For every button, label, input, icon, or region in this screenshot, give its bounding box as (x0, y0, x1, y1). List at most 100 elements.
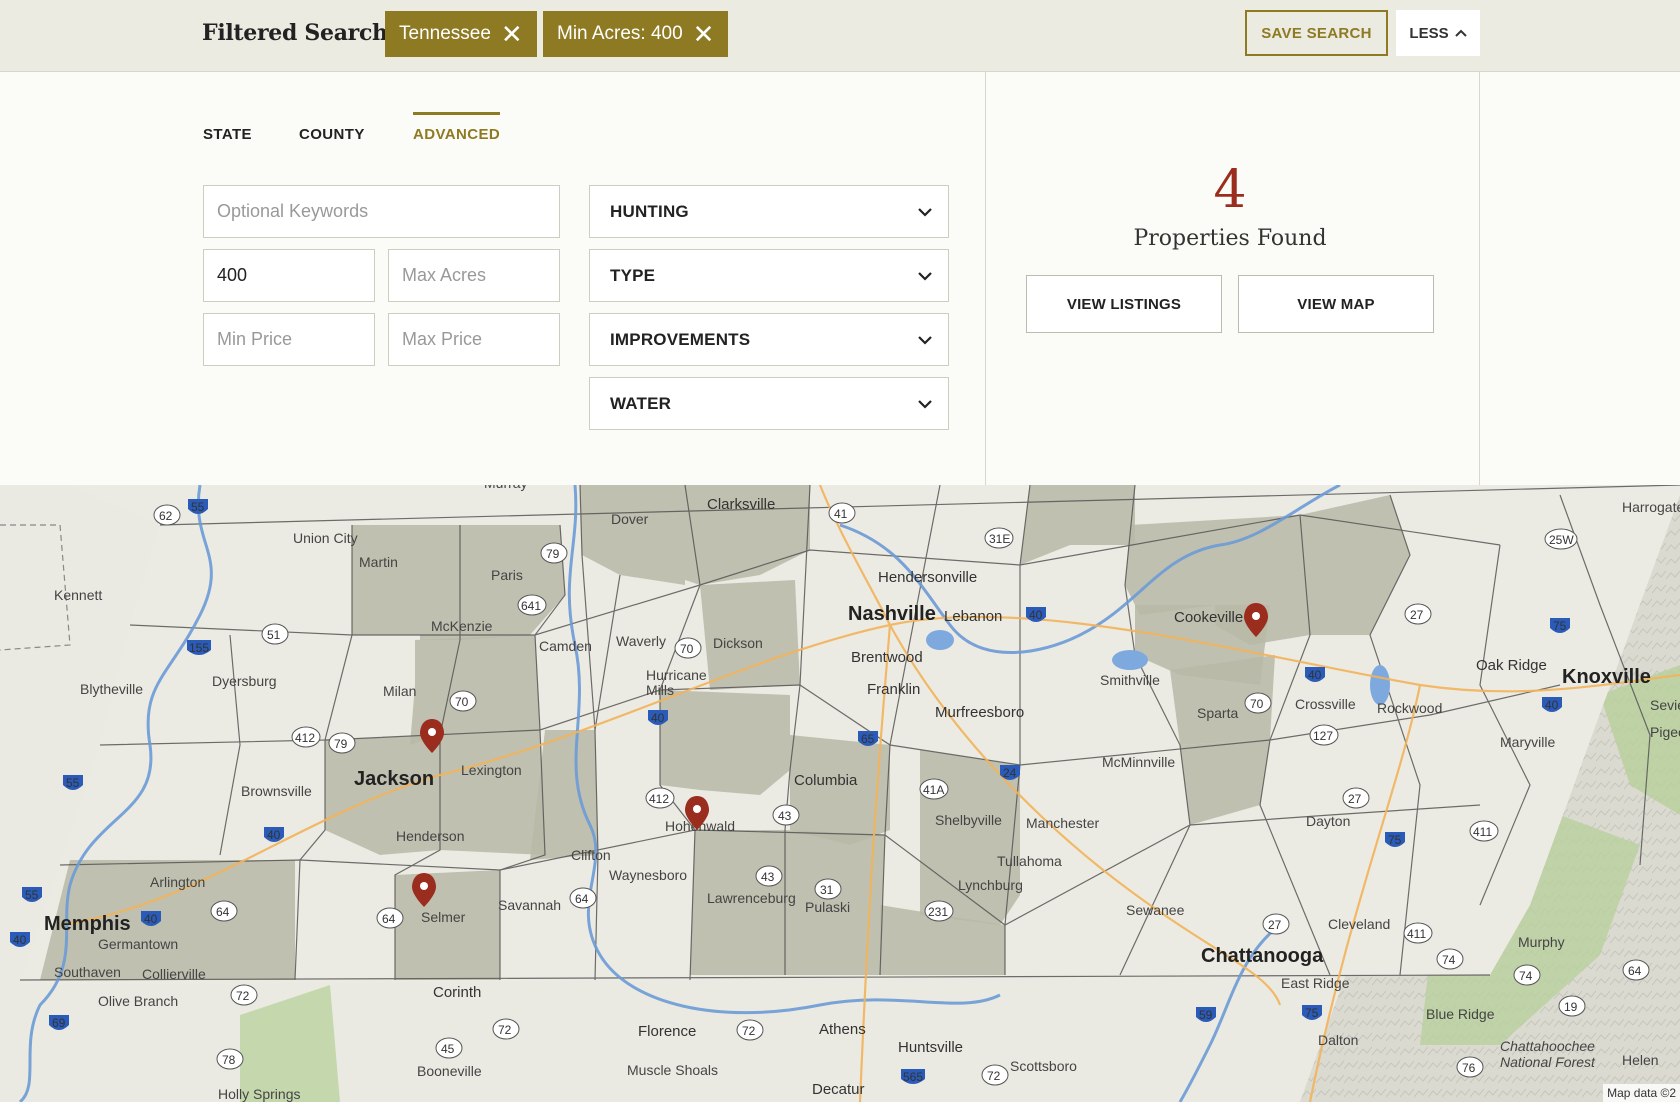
svg-text:74: 74 (1442, 953, 1456, 967)
svg-text:Corinth: Corinth (433, 984, 481, 1001)
water-dropdown[interactable]: WATER (589, 377, 949, 430)
svg-text:Clarksville: Clarksville (707, 496, 775, 513)
svg-text:Decatur: Decatur (812, 1081, 865, 1098)
svg-text:Dover: Dover (611, 511, 649, 527)
svg-text:Cookeville: Cookeville (1174, 609, 1243, 626)
svg-text:40: 40 (144, 912, 158, 926)
svg-text:72: 72 (236, 989, 250, 1003)
svg-text:Chattahoochee: Chattahoochee (1500, 1038, 1595, 1054)
max-price-input[interactable]: Max Price (388, 313, 560, 366)
close-icon[interactable]: ✕ (693, 21, 715, 47)
svg-text:55: 55 (66, 776, 80, 790)
chevron-down-icon (918, 207, 932, 217)
svg-text:Lynchburg: Lynchburg (958, 877, 1023, 893)
search-header-bar: Filtered Search Tennessee ✕ Min Acres: 4… (0, 0, 1680, 72)
svg-text:40: 40 (1545, 698, 1559, 712)
svg-text:51: 51 (267, 628, 281, 642)
map-canvas[interactable]: Nashville Memphis Knoxville Chattanooga … (0, 485, 1680, 1102)
svg-text:Cleveland: Cleveland (1328, 916, 1390, 932)
svg-text:41A: 41A (923, 783, 944, 797)
svg-text:Waverly: Waverly (616, 633, 666, 649)
map-label-chattanooga: Chattanooga (1201, 945, 1324, 967)
view-listings-button[interactable]: VIEW LISTINGS (1026, 275, 1222, 333)
svg-text:Camden: Camden (539, 638, 592, 654)
svg-text:Shelbyville: Shelbyville (935, 812, 1002, 828)
save-search-button[interactable]: SAVE SEARCH (1245, 10, 1388, 56)
svg-text:64: 64 (382, 912, 396, 926)
svg-text:Blue Ridge: Blue Ridge (1426, 1006, 1495, 1022)
svg-text:565: 565 (903, 1070, 923, 1084)
svg-text:64: 64 (575, 892, 589, 906)
svg-text:69: 69 (52, 1016, 66, 1030)
svg-text:64: 64 (216, 905, 230, 919)
svg-text:55: 55 (25, 888, 39, 902)
svg-text:78: 78 (222, 1053, 236, 1067)
filter-chip-label: Tennessee (399, 23, 491, 44)
svg-text:75: 75 (1388, 833, 1402, 847)
svg-text:Lexington: Lexington (461, 762, 522, 778)
svg-text:Arlington: Arlington (150, 874, 205, 890)
svg-text:Henderson: Henderson (396, 828, 465, 844)
type-dropdown[interactable]: TYPE (589, 249, 949, 302)
page-title: Filtered Search (202, 20, 388, 46)
chevron-down-icon (918, 271, 932, 281)
svg-text:Murfreesboro: Murfreesboro (935, 704, 1024, 721)
svg-text:155: 155 (189, 641, 209, 655)
svg-text:75: 75 (1553, 619, 1567, 633)
keywords-input[interactable]: Optional Keywords (203, 185, 560, 238)
close-icon[interactable]: ✕ (501, 21, 523, 47)
panel-divider (1479, 72, 1480, 485)
svg-text:Holly Springs: Holly Springs (218, 1086, 300, 1102)
svg-text:Rockwood: Rockwood (1377, 700, 1442, 716)
svg-text:40: 40 (1029, 608, 1043, 622)
filter-chip-min-acres[interactable]: Min Acres: 400 ✕ (543, 11, 729, 57)
map-label-memphis: Memphis (44, 913, 131, 935)
view-map-button[interactable]: VIEW MAP (1238, 275, 1434, 333)
svg-text:McMinnville: McMinnville (1102, 754, 1175, 770)
tab-state[interactable]: STATE (203, 112, 252, 143)
map-label-jackson: Jackson (354, 768, 434, 790)
map-attribution: Map data ©2 (1603, 1084, 1680, 1102)
svg-text:Germantown: Germantown (98, 936, 178, 952)
min-acres-input[interactable]: 400 (203, 249, 375, 302)
svg-text:411: 411 (1407, 927, 1426, 941)
svg-text:Tullahoma: Tullahoma (997, 853, 1062, 869)
svg-text:72: 72 (987, 1069, 1001, 1083)
tab-advanced[interactable]: ADVANCED (413, 112, 501, 143)
svg-text:Hendersonville: Hendersonville (878, 569, 977, 586)
improvements-dropdown[interactable]: IMPROVEMENTS (589, 313, 949, 366)
svg-text:55: 55 (191, 500, 205, 514)
svg-text:Selmer: Selmer (421, 909, 466, 925)
dropdown-label: TYPE (610, 265, 656, 285)
hunting-dropdown[interactable]: HUNTING (589, 185, 949, 238)
svg-text:Muscle Shoals: Muscle Shoals (627, 1062, 718, 1078)
svg-text:Maryville: Maryville (1500, 734, 1555, 750)
max-acres-input[interactable]: Max Acres (388, 249, 560, 302)
svg-text:Brentwood: Brentwood (851, 649, 923, 666)
svg-text:76: 76 (1462, 1061, 1476, 1075)
svg-text:Olive Branch: Olive Branch (98, 993, 178, 1009)
svg-text:59: 59 (1199, 1008, 1213, 1022)
svg-text:Dickson: Dickson (713, 635, 763, 651)
svg-text:19: 19 (1564, 1000, 1578, 1014)
svg-text:43: 43 (761, 870, 775, 884)
min-price-input[interactable]: Min Price (203, 313, 375, 366)
less-toggle-button[interactable]: LESS (1396, 10, 1480, 56)
svg-text:70: 70 (680, 642, 694, 656)
property-map[interactable]: Nashville Memphis Knoxville Chattanooga … (0, 485, 1680, 1102)
svg-text:Collierville: Collierville (142, 966, 206, 982)
svg-text:75: 75 (1305, 1006, 1319, 1020)
svg-text:Brownsville: Brownsville (241, 783, 312, 799)
svg-text:National Forest: National Forest (1500, 1054, 1596, 1070)
filter-chip-state[interactable]: Tennessee ✕ (385, 11, 537, 57)
svg-text:24: 24 (1003, 766, 1017, 780)
svg-text:411: 411 (1473, 825, 1492, 839)
svg-text:Crossville: Crossville (1295, 696, 1356, 712)
svg-text:Union City: Union City (293, 530, 358, 546)
svg-text:Pigeon Forge: Pigeon Forge (1650, 724, 1680, 740)
svg-text:Southaven: Southaven (54, 964, 121, 980)
svg-text:45: 45 (441, 1042, 455, 1056)
svg-text:641: 641 (521, 599, 541, 613)
tab-county[interactable]: COUNTY (299, 112, 365, 143)
panel-divider (985, 72, 986, 485)
